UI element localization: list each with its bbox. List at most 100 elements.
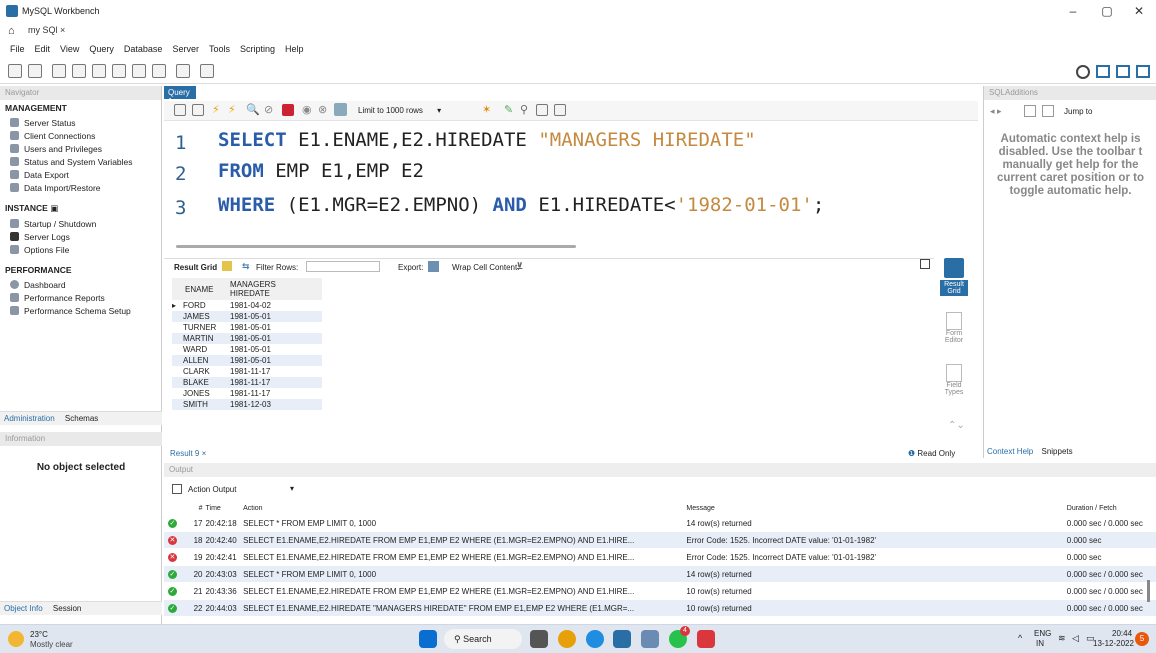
cell[interactable]: 1981-05-01 [226,344,320,355]
cell[interactable]: JONES [182,388,226,399]
clock-date[interactable]: 13-12-2022 [1093,639,1134,648]
connection-tab[interactable]: my SQl × [28,25,65,35]
code-line-2[interactable]: FROM EMP E1,EMP E2 [218,160,424,182]
rollback-icon[interactable]: ⊗ [318,103,327,116]
create-procedure-icon[interactable] [132,64,146,78]
table-row[interactable]: BLAKE 1981-11-17 [172,377,322,388]
context-help-icon[interactable] [1024,105,1036,117]
toggle-secondary-sidebar-icon[interactable] [1136,65,1150,78]
menu-edit[interactable]: Edit [30,42,56,58]
grid-view-icon[interactable] [222,261,232,271]
nav-server-status[interactable]: Server Status [0,116,161,129]
menu-file[interactable]: File [5,42,30,58]
nav-users-privileges[interactable]: Users and Privileges [0,142,161,155]
tab-session[interactable]: Session [49,602,85,615]
nav-performance-schema[interactable]: Performance Schema Setup [0,304,161,317]
toggle-sidebar-icon[interactable] [1096,65,1110,78]
table-row[interactable]: JAMES 1981-05-01 [172,311,322,322]
home-icon[interactable]: ⌂ [8,25,15,37]
wrap-lines-icon[interactable] [554,104,566,116]
code-line-3[interactable]: WHERE (E1.MGR=E2.EMPNO) AND E1.HIREDATE<… [218,194,824,216]
nav-status-variables[interactable]: Status and System Variables [0,155,161,168]
volume-icon[interactable]: ◁ [1072,633,1079,644]
save-icon[interactable] [192,104,204,116]
cell[interactable]: 1981-05-01 [226,355,320,366]
cell[interactable]: 1981-11-17 [226,377,320,388]
settings-icon[interactable] [1076,65,1090,79]
nav-options-file[interactable]: Options File [0,243,161,256]
field-types-side-button[interactable]: Field Types [940,364,968,396]
weather-icon[interactable] [8,631,24,647]
explain-icon[interactable]: 🔍 [246,103,260,116]
output-row[interactable]: ✓ 22 20:44:03 SELECT E1.ENAME,E2.HIREDAT… [164,600,1156,616]
code-line-1[interactable]: SELECT E1.ENAME,E2.HIREDATE "MANAGERS HI… [218,129,756,151]
table-row[interactable]: JONES 1981-11-17 [172,388,322,399]
reconnect-icon[interactable] [200,64,214,78]
cell[interactable]: 1981-11-17 [226,388,320,399]
chrome-icon[interactable] [558,630,576,648]
cell[interactable]: SMITH [182,399,226,410]
cell[interactable]: MARTIN [182,333,226,344]
nav-performance-reports[interactable]: Performance Reports [0,291,161,304]
search-icon[interactable]: ⚲ [520,103,528,116]
table-row[interactable]: WARD 1981-05-01 [172,344,322,355]
menu-help[interactable]: Help [280,42,309,58]
open-sql-script-icon[interactable] [28,64,42,78]
tab-snippets[interactable]: Snippets [1039,445,1074,458]
windows-start-icon[interactable] [419,630,437,648]
result-tab[interactable]: Result 9 × [170,449,206,458]
scroll-arrows-icon[interactable]: ⌃⌄ [948,420,965,431]
mysql-workbench-taskbar-icon[interactable] [613,630,631,648]
find-replace-icon[interactable]: ✎ [504,103,513,116]
toggle-error-icon[interactable] [282,104,294,116]
menu-scripting[interactable]: Scripting [235,42,280,58]
jump-to-select[interactable]: Jump to [1064,107,1092,116]
cell[interactable]: TURNER [182,322,226,333]
table-row[interactable]: SMITH 1981-12-03 [172,399,322,410]
nav-client-connections[interactable]: Client Connections [0,129,161,142]
nav-startup-shutdown[interactable]: Startup / Shutdown [0,217,161,230]
toggle-output-icon[interactable] [1116,65,1130,78]
create-function-icon[interactable] [152,64,166,78]
create-view-icon[interactable] [112,64,126,78]
notification-badge[interactable]: 5 [1135,632,1149,646]
table-row[interactable]: TURNER 1981-05-01 [172,322,322,333]
tab-schemas[interactable]: Schemas [61,412,102,425]
cell[interactable]: JAMES [182,311,226,322]
language-bottom[interactable]: IN [1036,639,1044,648]
cell[interactable]: 1981-05-01 [226,333,320,344]
nav-server-logs[interactable]: Server Logs [0,230,161,243]
action-output-select[interactable]: Action Output [188,485,236,494]
cell[interactable]: 1981-05-01 [226,311,320,322]
minimize-button[interactable]: – [1058,4,1088,20]
menu-query[interactable]: Query [84,42,119,58]
cell[interactable]: 1981-11-17 [226,366,320,377]
nav-data-export[interactable]: Data Export [0,168,161,181]
cell[interactable]: CLARK [182,366,226,377]
table-row[interactable]: ALLEN 1981-05-01 [172,355,322,366]
show-hidden-icons-icon[interactable]: ^ [1018,633,1022,643]
beautify-icon[interactable]: ✶ [482,103,491,116]
execute-icon[interactable]: ⚡ [212,103,220,116]
output-row[interactable]: ✓ 17 20:42:18 SELECT * FROM EMP LIMIT 0,… [164,515,1156,531]
create-table-icon[interactable] [92,64,106,78]
clock-time[interactable]: 20:44 [1112,629,1132,638]
cell[interactable]: 1981-04-02 [226,300,320,311]
photos-icon[interactable] [641,630,659,648]
tab-object-info[interactable]: Object Info [0,602,47,615]
close-button[interactable]: ✕ [1124,4,1154,20]
cell[interactable]: BLAKE [182,377,226,388]
column-header-hiredate[interactable]: MANAGERS HIREDATE [226,280,276,298]
table-row[interactable]: CLARK 1981-11-17 [172,366,322,377]
taskbar-search[interactable]: ⚲ Search [444,629,522,649]
limit-select[interactable]: Limit to 1000 rows ▾ [354,104,476,117]
cell[interactable]: FORD [182,300,226,311]
edge-icon[interactable] [586,630,604,648]
stop-icon[interactable]: ⊘ [264,103,273,116]
nav-back-icon[interactable]: ◂ ▸ [990,106,1002,117]
output-row[interactable]: ✕ 19 20:42:41 SELECT E1.ENAME,E2.HIREDAT… [164,549,1156,565]
acrobat-icon[interactable] [697,630,715,648]
copy-icon[interactable] [172,484,182,494]
tab-query-1[interactable]: Query 1 × [164,86,196,106]
export-icon[interactable] [428,261,439,272]
